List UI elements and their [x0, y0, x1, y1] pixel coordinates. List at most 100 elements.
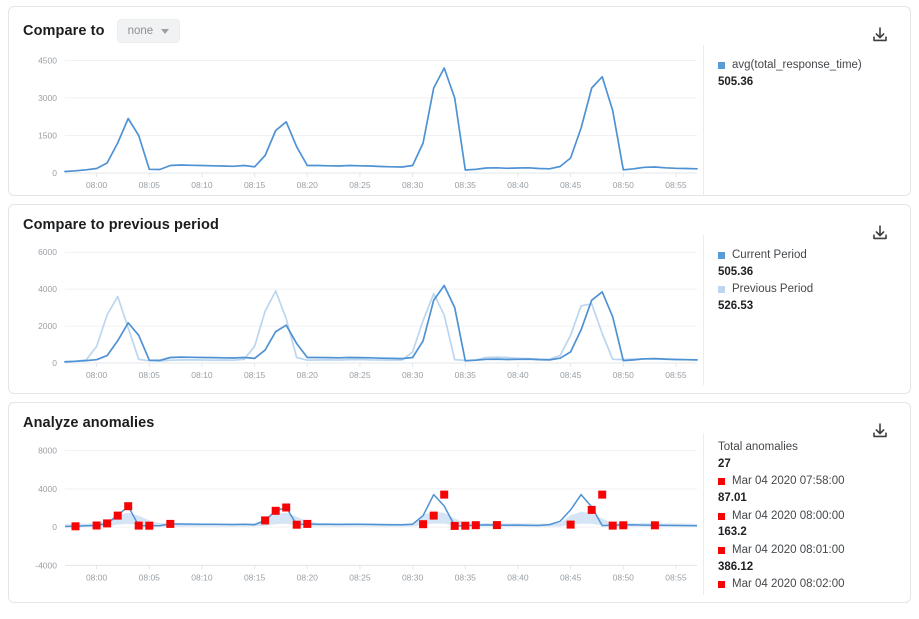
legend-swatch-icon	[718, 286, 725, 293]
panel-compare-to: Compare to none 015003000450008:0008:050…	[8, 6, 911, 196]
legend-swatch-icon	[718, 62, 725, 69]
anomaly-swatch-icon	[718, 478, 725, 485]
svg-text:08:40: 08:40	[507, 180, 529, 190]
panel-2-header: Compare to previous period	[9, 205, 910, 235]
anomaly-timestamp: Mar 04 2020 07:58:00	[732, 473, 845, 490]
compare-to-dropdown-value: none	[128, 25, 154, 37]
chart-compare-to: 015003000450008:0008:0508:1008:1508:2008…	[9, 45, 703, 195]
svg-text:4000: 4000	[38, 484, 57, 494]
svg-text:-4000: -4000	[35, 560, 57, 570]
svg-text:08:10: 08:10	[191, 180, 213, 190]
svg-text:08:55: 08:55	[665, 370, 687, 380]
page-title: Compare to	[23, 23, 105, 39]
panel-compare-previous-period: Compare to previous period 0 2000 4000 6000…	[8, 204, 911, 394]
anomaly-value: 163.2	[718, 524, 900, 541]
legend-label: Current Period	[732, 247, 807, 264]
svg-text:08:25: 08:25	[349, 180, 371, 190]
panel-2-title: Compare to previous period	[23, 217, 219, 233]
svg-text:08:40: 08:40	[507, 370, 529, 380]
legend-value: 505.36	[718, 264, 900, 281]
svg-text:08:30: 08:30	[402, 180, 424, 190]
legend-label: avg(total_response_time)	[732, 57, 862, 74]
svg-text:08:55: 08:55	[665, 572, 687, 582]
svg-text:0: 0	[52, 168, 57, 178]
svg-text:08:30: 08:30	[402, 572, 424, 582]
total-anomalies-value: 27	[718, 456, 900, 473]
chart-anomalies: -4000 0 4000 8000 08:00 08:05 08:10 08:15 08:20 0…	[9, 433, 703, 595]
download-icon[interactable]	[870, 223, 890, 243]
panel-3-anomaly-list: Total anomalies 27 Mar 04 2020 07:58:00 …	[703, 433, 910, 595]
svg-text:08:50: 08:50	[613, 572, 635, 582]
panel-1-legend: avg(total_response_time) 505.36	[703, 45, 910, 195]
anomaly-timestamp: Mar 04 2020 08:02:00	[732, 576, 845, 593]
panel-3-header: Analyze anomalies	[9, 403, 910, 433]
svg-text:8000: 8000	[38, 446, 57, 456]
list-item[interactable]: Mar 04 2020 07:58:00	[718, 473, 900, 490]
svg-text:08:00: 08:00	[86, 572, 108, 582]
panel-2-body: 0 2000 4000 6000 08:00 08:05 08:10 08:15 08:20 08…	[9, 235, 910, 385]
svg-text:08:35: 08:35	[455, 572, 477, 582]
legend-item[interactable]: Previous Period	[718, 281, 900, 298]
svg-text:2000: 2000	[38, 321, 57, 331]
svg-text:08:05: 08:05	[139, 572, 161, 582]
svg-text:08:45: 08:45	[560, 180, 582, 190]
svg-text:08:45: 08:45	[560, 370, 582, 380]
svg-text:08:20: 08:20	[297, 180, 319, 190]
svg-text:08:25: 08:25	[349, 572, 371, 582]
svg-text:08:45: 08:45	[560, 572, 582, 582]
svg-text:0: 0	[52, 522, 57, 532]
legend-value: 505.36	[718, 74, 900, 91]
svg-text:08:40: 08:40	[507, 572, 529, 582]
svg-text:08:35: 08:35	[455, 180, 477, 190]
legend-swatch-icon	[718, 252, 725, 259]
svg-text:0: 0	[52, 358, 57, 368]
svg-text:08:10: 08:10	[191, 370, 213, 380]
svg-text:08:15: 08:15	[244, 572, 266, 582]
list-item[interactable]: Mar 04 2020 08:02:00	[718, 576, 900, 593]
legend-label: Previous Period	[732, 281, 813, 298]
svg-text:08:10: 08:10	[191, 572, 213, 582]
legend-item[interactable]: avg(total_response_time)	[718, 57, 900, 74]
anomaly-timestamp: Mar 04 2020 08:00:00	[732, 508, 845, 525]
legend-value: 526.53	[718, 298, 900, 315]
anomaly-timestamp: Mar 04 2020 08:01:00	[732, 542, 845, 559]
chart-previous-period: 0 2000 4000 6000 08:00 08:05 08:10 08:15 08:20 08…	[9, 235, 703, 385]
anomaly-value: 87.01	[718, 490, 900, 507]
panel-analyze-anomalies: Analyze anomalies -4000 0 4000 8000 08:00 08:…	[8, 402, 911, 603]
svg-text:08:05: 08:05	[139, 370, 161, 380]
panel-1-body: 015003000450008:0008:0508:1008:1508:2008…	[9, 45, 910, 195]
svg-text:08:50: 08:50	[613, 370, 635, 380]
download-icon[interactable]	[870, 421, 890, 441]
svg-text:08:00: 08:00	[86, 370, 108, 380]
svg-text:08:05: 08:05	[139, 180, 161, 190]
svg-text:08:50: 08:50	[613, 180, 635, 190]
download-icon[interactable]	[870, 25, 890, 45]
compare-to-dropdown[interactable]: none	[117, 19, 181, 43]
svg-text:4000: 4000	[38, 284, 57, 294]
list-item[interactable]: Mar 04 2020 08:00:00	[718, 508, 900, 525]
panel-1-header: Compare to none	[9, 7, 910, 45]
svg-text:08:30: 08:30	[402, 370, 424, 380]
list-item[interactable]: Mar 04 2020 08:01:00	[718, 542, 900, 559]
svg-text:6000: 6000	[38, 247, 57, 257]
svg-text:08:00: 08:00	[86, 180, 108, 190]
svg-text:1500: 1500	[38, 131, 57, 141]
svg-text:08:15: 08:15	[244, 180, 266, 190]
anomaly-swatch-icon	[718, 547, 725, 554]
svg-text:08:25: 08:25	[349, 370, 371, 380]
svg-text:08:55: 08:55	[665, 180, 687, 190]
panel-3-title: Analyze anomalies	[23, 415, 154, 431]
svg-text:08:35: 08:35	[455, 370, 477, 380]
legend-item[interactable]: Current Period	[718, 247, 900, 264]
dashboard-page: Compare to none 015003000450008:0008:050…	[0, 0, 919, 619]
anomaly-swatch-icon	[718, 581, 725, 588]
anomaly-swatch-icon	[718, 513, 725, 520]
svg-text:08:20: 08:20	[297, 370, 319, 380]
svg-text:08:20: 08:20	[297, 572, 319, 582]
panel-2-legend: Current Period 505.36 Previous Period 52…	[703, 235, 910, 385]
total-anomalies-label: Total anomalies	[718, 439, 900, 456]
svg-text:08:15: 08:15	[244, 370, 266, 380]
anomaly-value: 386.12	[718, 559, 900, 576]
panel-3-body: -4000 0 4000 8000 08:00 08:05 08:10 08:15 08:20 0…	[9, 433, 910, 595]
svg-text:4500: 4500	[38, 56, 57, 66]
